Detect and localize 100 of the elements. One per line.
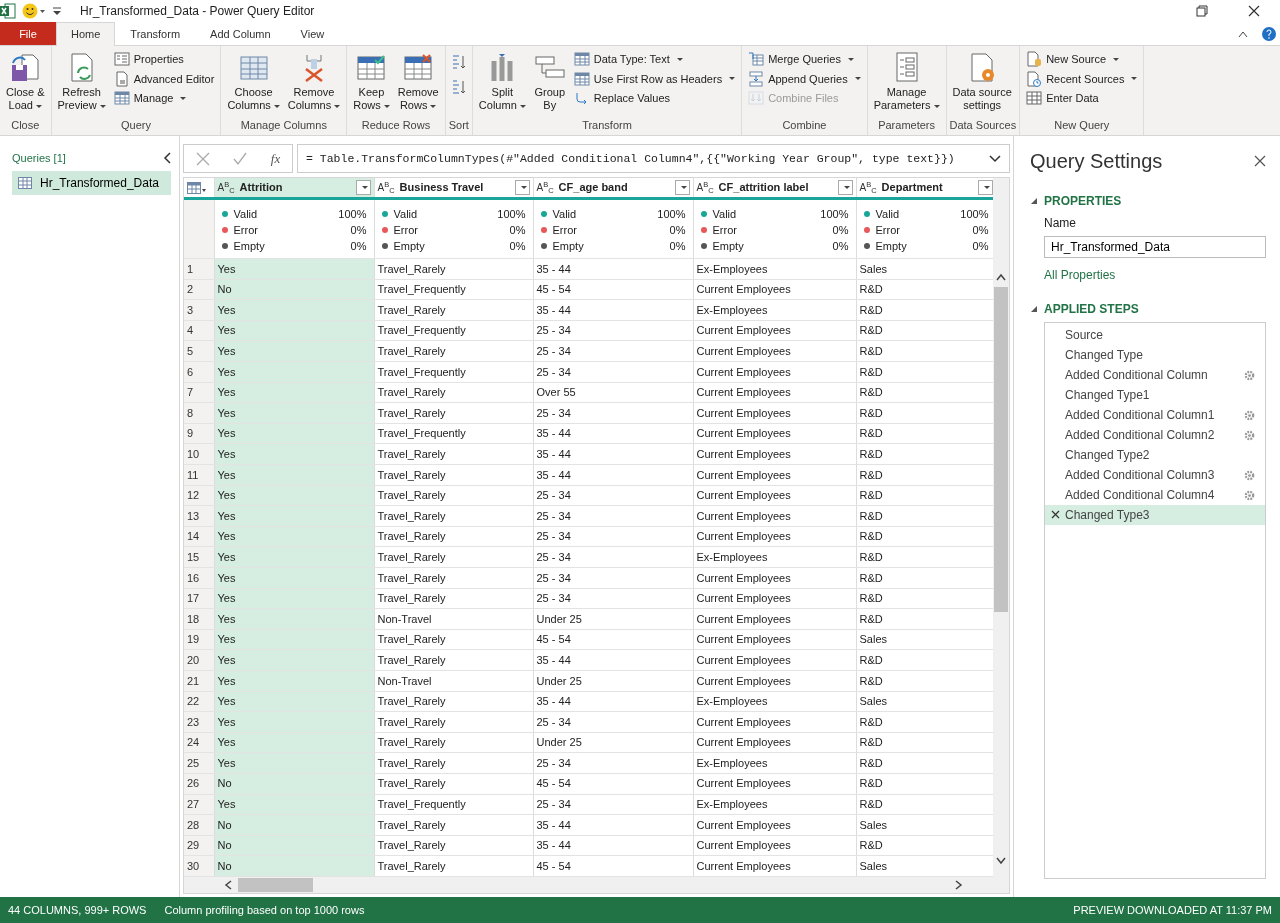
table-cell: Current Employees [693, 402, 856, 424]
restore-icon[interactable] [1196, 5, 1208, 17]
ribbon-button[interactable]: Data source settings [949, 48, 1015, 114]
collapse-icon[interactable] [163, 152, 171, 165]
check-icon[interactable] [233, 151, 248, 166]
ribbon-button[interactable]: Group By [530, 48, 569, 114]
row-number: 1 [184, 258, 214, 280]
ribbon-button[interactable]: New Source [1023, 50, 1141, 69]
table-cell: Current Employees [693, 279, 856, 300]
query-item[interactable]: Hr_Transformed_Data [12, 170, 171, 195]
scroll-left-icon[interactable] [224, 879, 232, 890]
column-header[interactable]: A$^{B}$$_{C}$ Attrition [214, 178, 374, 199]
row-number: 26 [184, 773, 214, 795]
ribbon-button[interactable]: Close & Load [3, 48, 48, 114]
ribbon-button[interactable]: Append Queries [745, 69, 864, 88]
formula-field[interactable]: = Table.TransformColumnTypes(#"Added Conditional Column4",{{"Working Year Group", type text}}) [297, 144, 1010, 173]
ribbon-button[interactable]: Remove Rows [394, 48, 442, 114]
customize-dropdown-icon[interactable] [52, 5, 62, 17]
ribbon-button[interactable]: Replace Values [570, 89, 739, 108]
gear-icon[interactable] [1244, 429, 1255, 441]
table-cell: Ex-Employees [693, 691, 856, 712]
scroll-down-icon[interactable] [996, 856, 1007, 865]
profile-value: 0% [832, 223, 849, 239]
table-cell: Current Employees [693, 649, 856, 671]
row-number: 16 [184, 567, 214, 589]
ribbon-button[interactable]: Manage [110, 89, 218, 108]
file-menu-tab[interactable]: File [0, 22, 56, 45]
row-number: 22 [184, 691, 214, 712]
close-icon[interactable] [1254, 155, 1266, 167]
ribbon-button[interactable]: Manage Parameters [870, 48, 943, 114]
table-cell: Current Employees [693, 320, 856, 341]
ribbon-tab[interactable]: Add Column [195, 22, 286, 45]
collapse-triangle-icon[interactable] [1030, 197, 1038, 205]
row-number: 20 [184, 649, 214, 671]
scroll-right-icon[interactable] [955, 879, 964, 890]
ribbon-button[interactable]: Choose Columns [224, 48, 283, 114]
applied-step[interactable]: Added Conditional Column2 [1045, 425, 1265, 445]
function-label[interactable]: fx [270, 148, 281, 169]
ribbon-button[interactable]: Split Column [475, 48, 529, 114]
gear-icon[interactable] [1244, 409, 1255, 421]
ribbon-button[interactable]: Properties [110, 50, 218, 69]
table-cell: Current Employees [693, 567, 856, 589]
applied-step[interactable]: Changed Type3 [1045, 505, 1265, 525]
row-number: 2 [184, 279, 214, 300]
expand-icon[interactable] [989, 154, 1001, 163]
name-field[interactable]: Hr_Transformed_Data [1044, 236, 1266, 258]
ribbon-tab[interactable]: Home [56, 22, 116, 46]
applied-step[interactable]: Source [1045, 325, 1265, 345]
applied-step[interactable]: Added Conditional Column3 [1045, 465, 1265, 485]
column-header[interactable]: A$^{B}$$_{C}$ Business Travel [374, 178, 533, 199]
applied-step[interactable]: Added Conditional Column4 [1045, 485, 1265, 505]
column-header[interactable]: A$^{B}$$_{C}$ CF_age band [533, 178, 693, 199]
caret-icon [1131, 77, 1138, 81]
vertical-scrollbar-thumb[interactable] [994, 287, 1009, 612]
ribbon-button[interactable]: Merge Queries [745, 50, 864, 69]
gear-icon[interactable] [1244, 469, 1255, 481]
ribbon-group-label: Transform [581, 118, 633, 133]
gear-icon[interactable] [1244, 369, 1255, 381]
horizontal-scrollbar-thumb[interactable] [238, 877, 313, 892]
all-properties-link[interactable]: All Properties [1044, 266, 1116, 284]
ribbon-button[interactable]: Data Type: Text [570, 50, 739, 69]
ribbon-tab[interactable]: View [285, 22, 340, 45]
ribbon-button[interactable]: Keep Rows [350, 48, 393, 114]
gear-icon[interactable] [1244, 489, 1255, 501]
close-icon[interactable] [1248, 5, 1260, 17]
filter-dropdown-button[interactable] [514, 180, 530, 196]
window-title: Hr_Transformed_Data - Power Query Editor [80, 3, 315, 20]
column-header[interactable]: A$^{B}$$_{C}$ CF_attrition label [693, 178, 856, 199]
table-cell: Under 25 [533, 608, 693, 630]
filter-dropdown-button[interactable] [674, 180, 690, 196]
ribbon-button[interactable]: Enter Data [1023, 89, 1141, 108]
table-cell: Current Employees [693, 855, 856, 877]
applied-step[interactable]: Added Conditional Column1 [1045, 405, 1265, 425]
ribbon-button[interactable]: Recent Sources [1023, 69, 1141, 88]
ribbon-group-label: Sort [448, 118, 469, 133]
table-menu-icon[interactable] [187, 182, 207, 195]
ribbon-button[interactable]: Remove Columns [284, 48, 344, 114]
help-icon[interactable] [1262, 26, 1276, 41]
delete-icon[interactable] [1051, 510, 1060, 519]
table-cell: Current Employees [693, 464, 856, 486]
filter-dropdown-button[interactable] [977, 180, 993, 196]
profile-value: 0% [509, 223, 526, 239]
ribbon-button[interactable]: Use First Row as Headers [570, 69, 739, 88]
scroll-up-icon[interactable] [996, 273, 1007, 281]
ribbon-button[interactable]: Advanced Editor [110, 69, 218, 88]
applied-step[interactable]: Changed Type1 [1045, 385, 1265, 405]
table-cell: Non-Travel [374, 670, 533, 692]
filter-dropdown-button[interactable] [837, 180, 853, 196]
ribbon-tab[interactable]: Transform [115, 22, 196, 45]
table-cell: Travel_Rarely [374, 691, 533, 712]
applied-step[interactable]: Changed Type [1045, 345, 1265, 365]
collapse-ribbon-icon[interactable] [1238, 29, 1248, 38]
ribbon-button[interactable]: Refresh Preview [54, 48, 109, 114]
row-number: 5 [184, 340, 214, 362]
applied-step[interactable]: Changed Type2 [1045, 445, 1265, 465]
filter-dropdown-button[interactable] [355, 180, 371, 196]
profile-label: Empty [712, 240, 744, 253]
collapse-triangle-icon[interactable] [1030, 305, 1038, 313]
field-label: Name [1043, 215, 1077, 232]
applied-step[interactable]: Added Conditional Column [1045, 365, 1265, 385]
